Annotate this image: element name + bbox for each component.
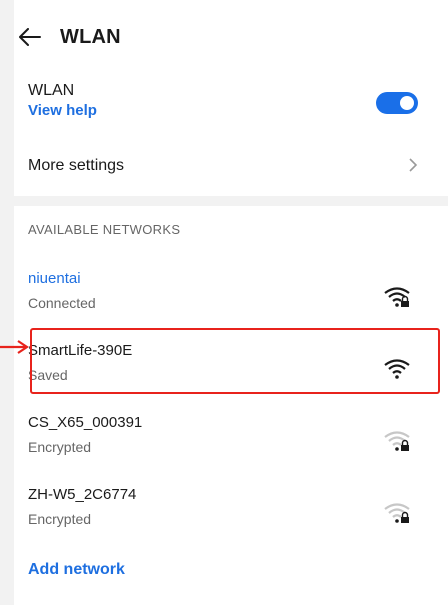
add-network-button[interactable]: Add network — [28, 561, 125, 579]
network-name: ZH-W5_2C6774 — [28, 486, 137, 503]
network-item[interactable]: niuentai Connected — [28, 270, 418, 330]
wlan-toggle-switch[interactable] — [376, 92, 418, 114]
page-title: WLAN — [60, 25, 121, 48]
chevron-right-icon — [408, 156, 418, 179]
network-status: Encrypted — [28, 439, 92, 455]
page-header: WLAN — [18, 22, 121, 52]
network-item[interactable]: ZH-W5_2C6774 Encrypted — [28, 486, 418, 546]
network-name: niuentai — [28, 270, 81, 287]
wlan-label: WLAN — [28, 82, 75, 99]
network-name: CS_X65_000391 — [28, 414, 143, 431]
toggle-knob — [400, 96, 414, 110]
back-arrow-icon[interactable] — [18, 25, 42, 49]
pointer-arrow-icon — [0, 340, 29, 354]
wifi-weak-locked-icon — [384, 431, 410, 451]
available-networks-title: AVAILABLE NETWORKS — [28, 222, 181, 237]
network-item[interactable]: CS_X65_000391 Encrypted — [28, 414, 418, 474]
highlight-box — [30, 328, 440, 394]
wlan-toggle-row[interactable]: WLAN View help — [28, 82, 418, 132]
more-settings-label: More settings — [28, 157, 125, 174]
wifi-locked-icon — [384, 287, 410, 307]
wifi-weak-locked-icon — [384, 503, 410, 523]
network-status: Encrypted — [28, 511, 92, 527]
network-status: Connected — [28, 295, 96, 311]
view-help-link[interactable]: View help — [28, 102, 418, 119]
more-settings-row[interactable]: More settings — [28, 148, 418, 184]
